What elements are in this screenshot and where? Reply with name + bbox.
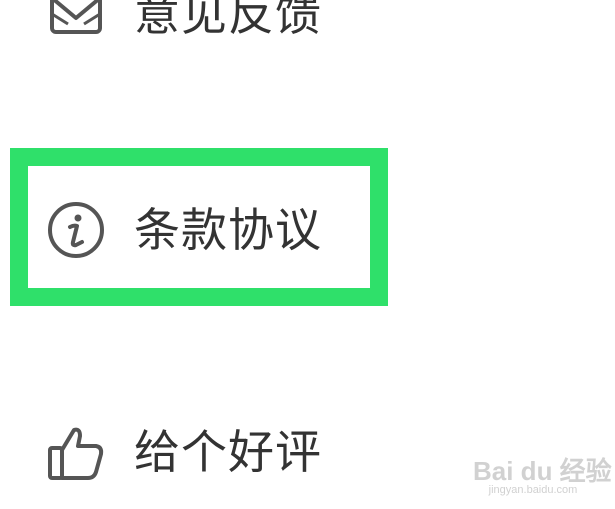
menu-item-feedback[interactable]: 意见反馈 <box>46 0 322 46</box>
menu-item-label: 条款协议 <box>134 203 322 257</box>
thumbs-up-icon <box>46 422 106 482</box>
watermark-logo: Bai du 经验 <box>473 455 612 486</box>
menu-item-terms[interactable]: 条款协议 <box>46 198 322 262</box>
info-icon <box>46 200 106 260</box>
watermark: Bai du 经验 jingyan.baidu.com <box>473 455 612 497</box>
menu-item-label: 给个好评 <box>134 425 322 479</box>
mail-icon <box>46 0 106 44</box>
menu-item-label: 意见反馈 <box>134 0 322 41</box>
menu-item-rate[interactable]: 给个好评 <box>46 420 322 484</box>
watermark-url: jingyan.baidu.com <box>488 483 578 496</box>
